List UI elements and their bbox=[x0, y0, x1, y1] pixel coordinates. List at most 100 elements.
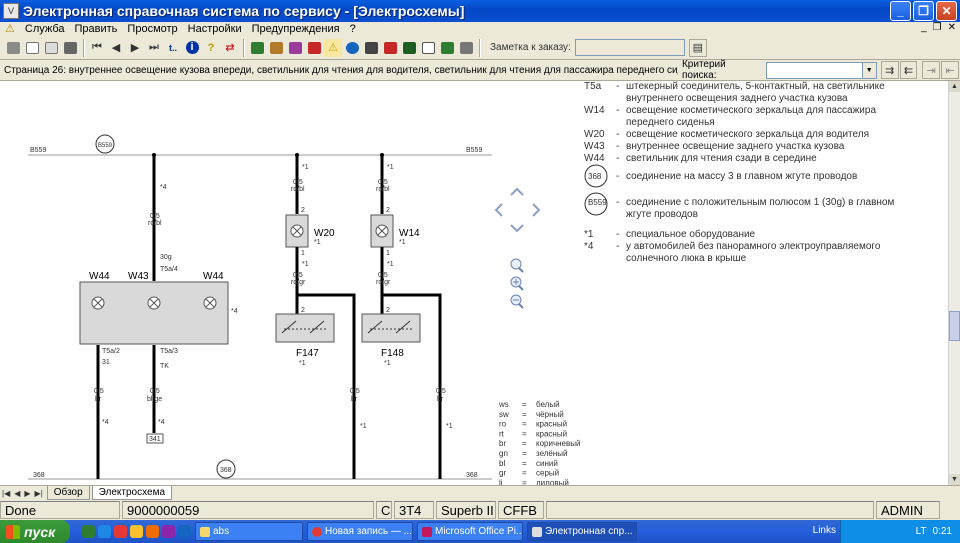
next-icon[interactable]: ▶ bbox=[126, 39, 144, 57]
wire-size: 0,5 bbox=[150, 213, 160, 220]
search-next-icon[interactable]: ⇥ bbox=[922, 61, 941, 79]
scroll-down-icon[interactable]: ▼ bbox=[949, 474, 960, 485]
chrome-icon[interactable] bbox=[130, 525, 143, 538]
mdi-restore-button[interactable]: ❐ bbox=[933, 22, 942, 33]
tab-first-icon[interactable]: |◀ bbox=[0, 489, 12, 498]
taskbar: пуск abs Новая запись — ... Microsoft Of… bbox=[0, 520, 960, 543]
tab-overview[interactable]: Обзор bbox=[46, 486, 90, 500]
color-code: ws bbox=[498, 400, 509, 409]
warning-icon[interactable]: ⚠ bbox=[324, 38, 342, 57]
clock: 0:21 bbox=[932, 526, 952, 537]
scroll-thumb[interactable] bbox=[949, 311, 960, 341]
scroll-up-icon[interactable]: ▲ bbox=[949, 81, 960, 92]
menu-view[interactable]: Просмотр bbox=[122, 22, 182, 36]
legend-row: W43- внутреннее освещение заднего участка… bbox=[584, 141, 845, 152]
prev-icon[interactable]: ◀ bbox=[107, 39, 125, 57]
info-icon[interactable]: i bbox=[183, 39, 201, 57]
wire-note: *1 bbox=[302, 261, 309, 268]
color-code: gn bbox=[499, 449, 508, 458]
legend-row: 368 - соединение на массу 3 в главном жгут… bbox=[584, 164, 857, 188]
page-icon[interactable] bbox=[23, 39, 41, 57]
doc-icon[interactable] bbox=[248, 39, 266, 57]
legend-description: соединение на массу 3 в главном жгуте пр… bbox=[626, 171, 857, 182]
opera-icon[interactable] bbox=[114, 525, 127, 538]
schematic-viewport[interactable]: B559 B559 B559 368 368 368 *4 0,5 ro/bl … bbox=[0, 81, 948, 485]
car2-icon[interactable] bbox=[400, 39, 418, 57]
zoom-in-icon[interactable] bbox=[510, 276, 524, 291]
battery-icon[interactable] bbox=[362, 39, 380, 57]
zoom-out-icon[interactable] bbox=[510, 294, 524, 309]
legend-code: 368 bbox=[588, 172, 602, 181]
search-back-icon[interactable]: ⇇ bbox=[899, 61, 918, 79]
tab-schematic[interactable]: Электросхема bbox=[91, 486, 172, 500]
edit-icon[interactable] bbox=[438, 39, 456, 57]
desktop-icon[interactable] bbox=[82, 525, 95, 538]
t-icon[interactable]: t.. bbox=[164, 39, 182, 57]
start-button[interactable]: пуск bbox=[0, 520, 70, 543]
tab-prev-icon[interactable]: ◀ bbox=[12, 489, 22, 498]
wire-note: *4 bbox=[102, 419, 109, 426]
wire-size: 0,5 bbox=[94, 388, 104, 395]
pin-label: 30g bbox=[160, 254, 172, 261]
order-note-input[interactable] bbox=[574, 39, 685, 56]
copy-icon[interactable] bbox=[42, 39, 60, 57]
help-icon[interactable]: ? bbox=[202, 39, 220, 57]
legend-code: *1 bbox=[584, 229, 594, 240]
pan-control[interactable] bbox=[494, 187, 541, 233]
component-note: *1 bbox=[384, 360, 391, 367]
globe-icon[interactable] bbox=[343, 39, 361, 57]
gauge-icon[interactable] bbox=[457, 39, 475, 57]
media-icon[interactable] bbox=[162, 525, 175, 538]
folder-icon bbox=[200, 526, 210, 537]
restore-button[interactable]: ❐ bbox=[913, 1, 934, 21]
legend-code: B559 bbox=[588, 198, 607, 207]
wire-color: ro/gr bbox=[376, 279, 391, 286]
search-forward-icon[interactable]: ⇉ bbox=[880, 61, 899, 79]
word-icon[interactable] bbox=[98, 525, 111, 538]
links-toolbar[interactable]: Links bbox=[813, 525, 836, 536]
component-f147: F147 bbox=[296, 348, 319, 359]
search-prev-icon[interactable]: ⇤ bbox=[941, 61, 959, 79]
minimize-button[interactable]: _ bbox=[890, 1, 911, 21]
task-service-app[interactable]: Электронная спр... bbox=[527, 522, 637, 541]
print2-icon[interactable] bbox=[267, 39, 285, 57]
last-icon[interactable]: ⏭ bbox=[145, 39, 163, 57]
wire-size: 0,5 bbox=[436, 388, 446, 395]
check-icon[interactable] bbox=[419, 39, 437, 57]
tab-last-icon[interactable]: ▶| bbox=[33, 489, 45, 498]
tab-next-icon[interactable]: ▶ bbox=[22, 489, 32, 498]
mdi-close-button[interactable]: ✕ bbox=[948, 22, 956, 33]
swap-icon[interactable]: ⇄ bbox=[221, 39, 239, 57]
component-note: *1 bbox=[299, 360, 306, 367]
menu-warnings[interactable]: Предупреждения bbox=[247, 22, 345, 36]
mdi-minimize-button[interactable]: _ bbox=[921, 22, 927, 33]
task-office[interactable]: Microsoft Office Pi... bbox=[417, 522, 523, 541]
task-abs[interactable]: abs bbox=[195, 522, 303, 541]
ground-connector: 368 bbox=[220, 467, 232, 474]
task-browser[interactable]: Новая запись — ... bbox=[307, 522, 413, 541]
close-button[interactable]: ✕ bbox=[936, 1, 957, 21]
menu-help[interactable]: ? bbox=[345, 22, 361, 36]
status-model: Superb II bbox=[436, 501, 496, 519]
bulb-icon[interactable] bbox=[305, 39, 323, 57]
oil-icon[interactable] bbox=[381, 39, 399, 57]
firefox-icon[interactable] bbox=[146, 525, 159, 538]
opera-icon bbox=[312, 526, 322, 537]
wire-note: *1 bbox=[387, 164, 394, 171]
first-icon[interactable]: ⏮ bbox=[88, 39, 106, 57]
ground-label-right: 368 bbox=[466, 472, 478, 479]
search-criteria-input[interactable]: ▼ bbox=[766, 61, 877, 79]
car-icon[interactable] bbox=[61, 39, 79, 57]
tools-icon[interactable] bbox=[286, 39, 304, 57]
menu-edit[interactable]: Править bbox=[70, 22, 123, 36]
app-icon-2[interactable] bbox=[178, 525, 191, 538]
title-bar: V Электронная справочная система по серв… bbox=[0, 0, 960, 22]
menu-service[interactable]: Служба bbox=[20, 22, 70, 36]
order-note-button-icon[interactable]: ▤ bbox=[688, 38, 707, 57]
language-indicator[interactable]: LT bbox=[916, 526, 927, 537]
vertical-scrollbar[interactable]: ▲ ▼ bbox=[948, 81, 960, 485]
print-icon[interactable] bbox=[4, 39, 22, 57]
menu-settings[interactable]: Настройки bbox=[183, 22, 247, 36]
zoom-reset-icon[interactable] bbox=[510, 258, 524, 273]
chevron-down-icon[interactable]: ▼ bbox=[861, 62, 876, 78]
